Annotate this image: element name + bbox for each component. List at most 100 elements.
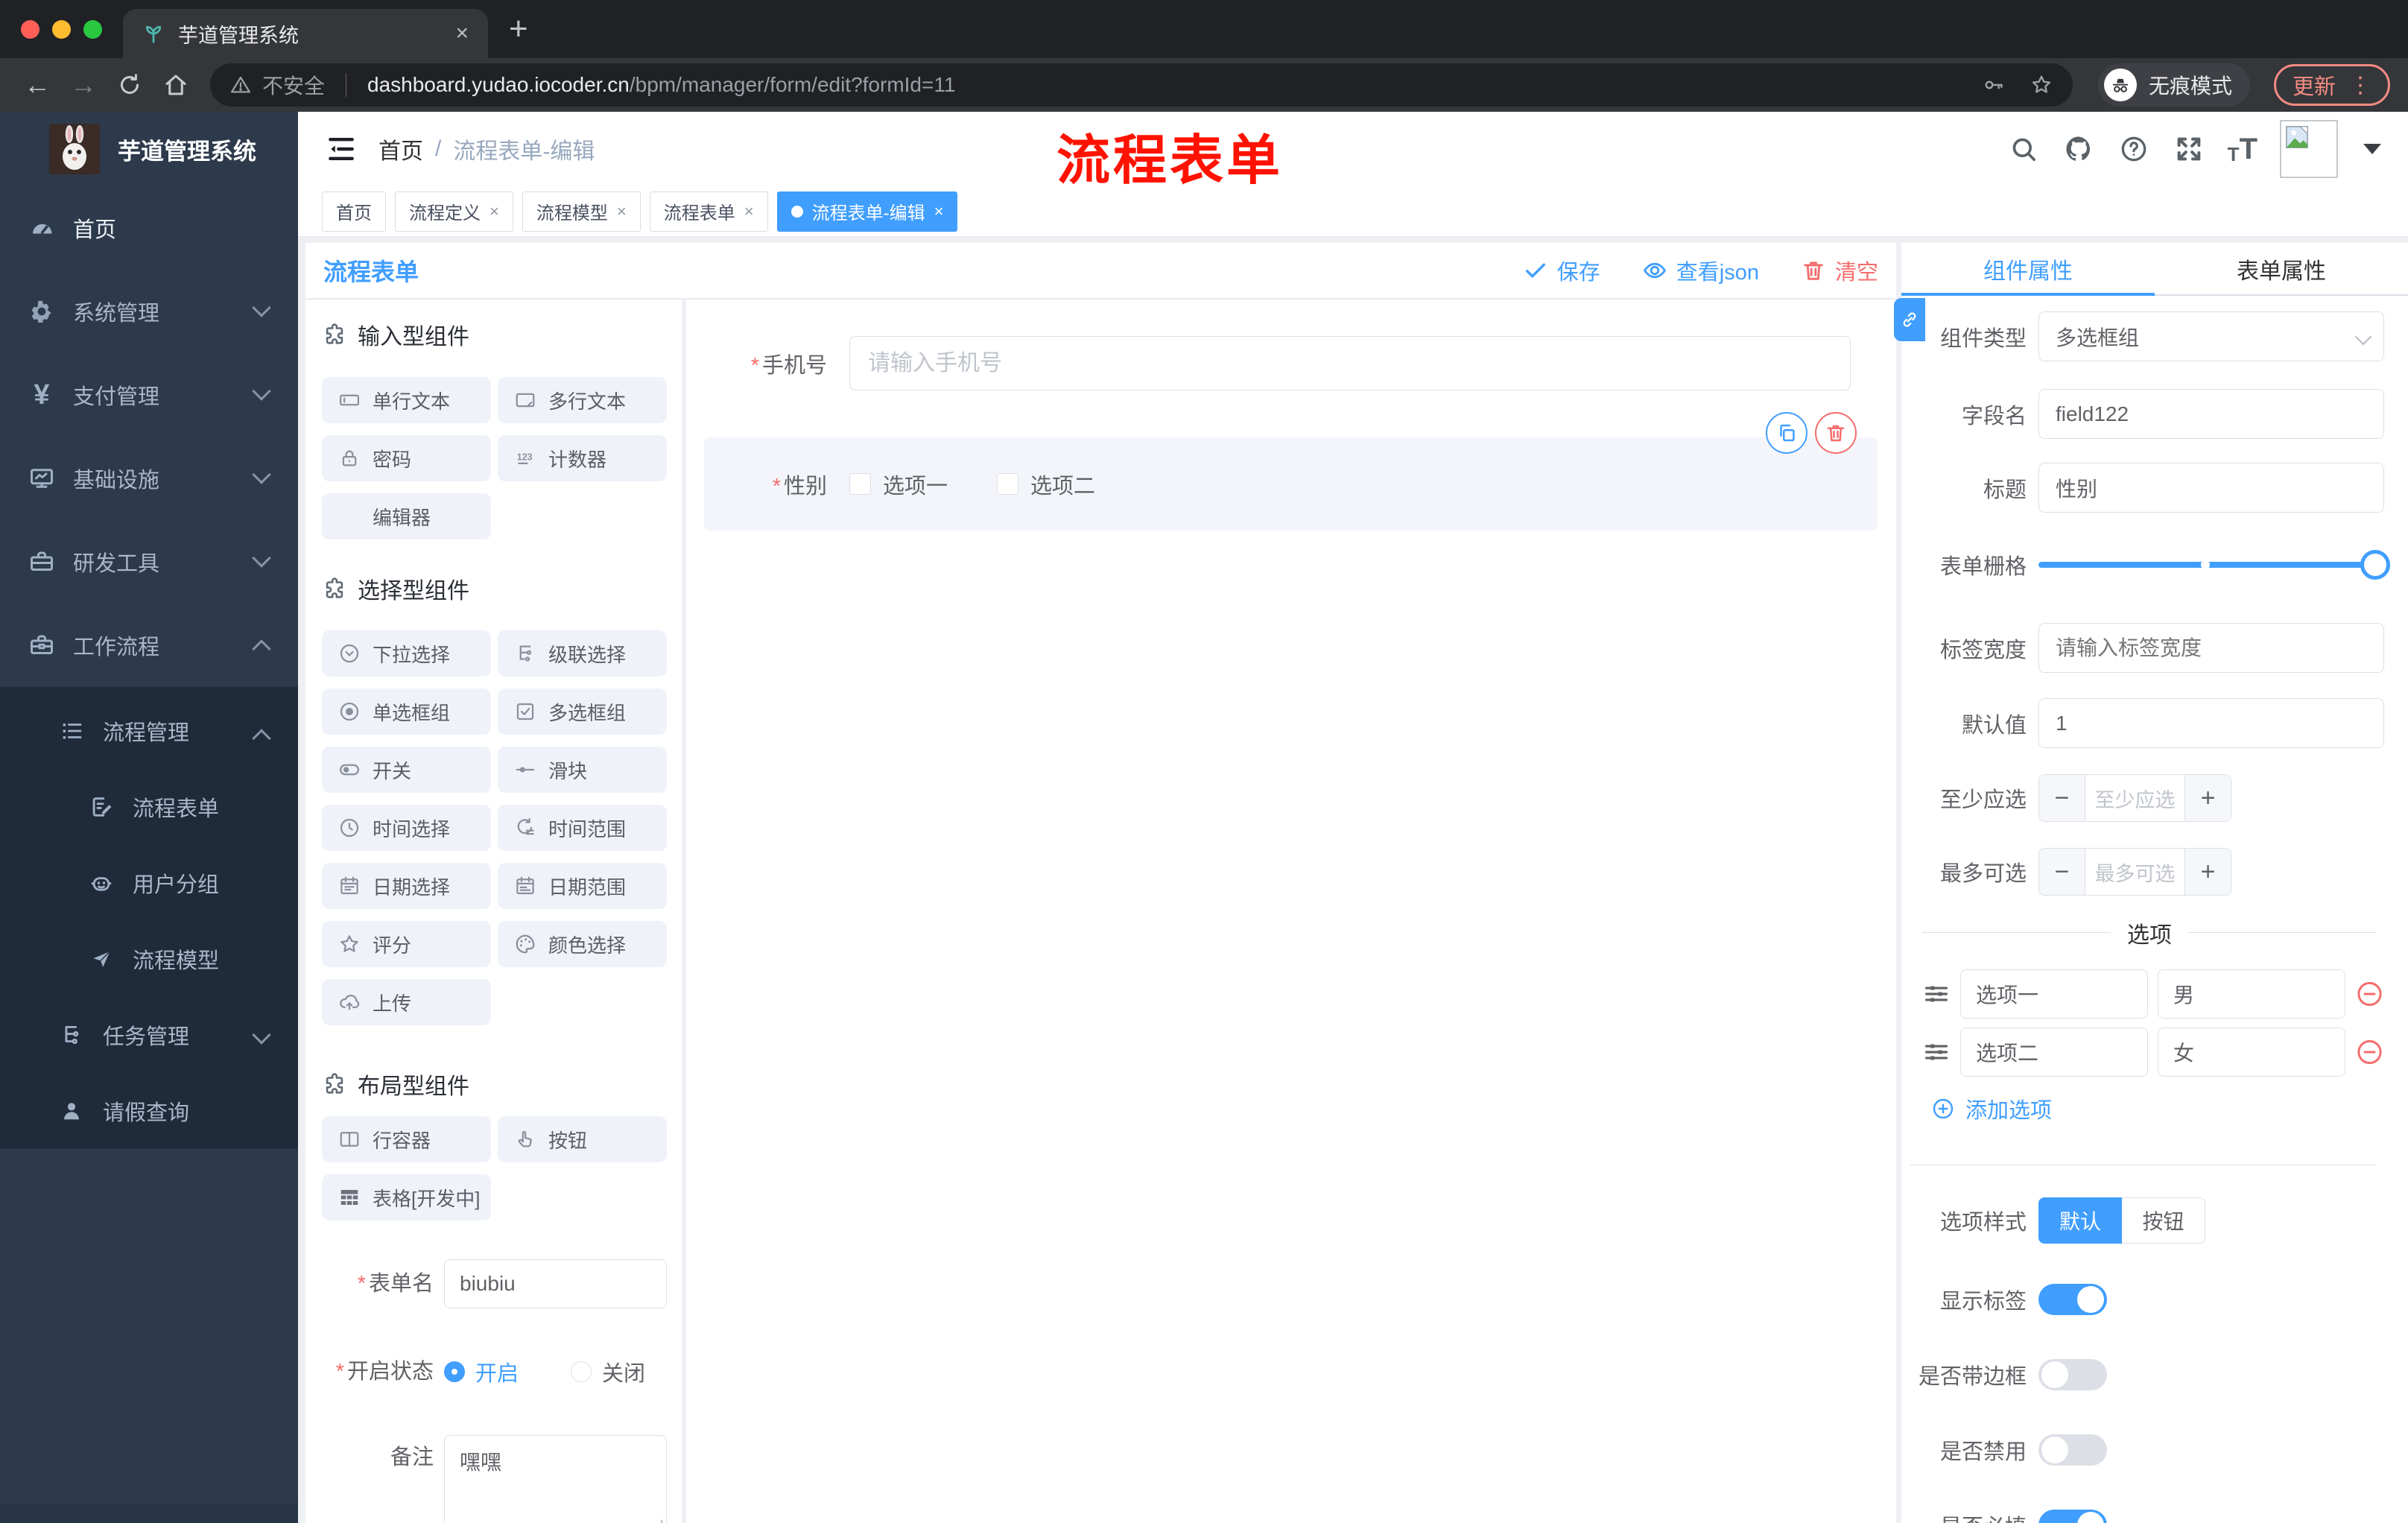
min-select-input[interactable]: 至少应选 — [2085, 775, 2184, 821]
form-name-input[interactable] — [444, 1259, 667, 1308]
slider-handle[interactable] — [2360, 550, 2390, 580]
component-type-select[interactable] — [2038, 311, 2384, 361]
sidebar-item-process-model[interactable]: 流程模型 — [0, 921, 298, 997]
style-default-button[interactable]: 默认 — [2038, 1197, 2122, 1244]
gender-option-1-checkbox[interactable]: 选项一 — [849, 469, 948, 500]
bookmark-star-icon[interactable] — [2030, 73, 2053, 97]
status-on-radio[interactable]: 开启 — [444, 1356, 519, 1387]
sidebar-item-payment[interactable]: ¥ 支付管理 — [0, 353, 298, 437]
component-radio-group[interactable]: 单选框组 — [322, 688, 491, 735]
avatar[interactable] — [2280, 120, 2338, 178]
component-single-line-text[interactable]: 单行文本 — [322, 377, 491, 423]
component-date-picker[interactable]: 日期选择 — [322, 863, 491, 909]
remove-option-icon[interactable] — [2355, 977, 2384, 1011]
tab-close-icon[interactable]: × — [455, 21, 469, 46]
border-toggle[interactable] — [2038, 1359, 2107, 1390]
home-icon[interactable] — [156, 66, 195, 104]
font-size-icon[interactable]: TT — [2228, 134, 2258, 164]
url-text[interactable]: dashboard.yudao.iocoder.cn/bpm/manager/f… — [367, 73, 955, 97]
fullscreen-icon[interactable] — [2173, 133, 2205, 165]
close-window-button[interactable] — [21, 19, 39, 39]
sidebar-item-workflow[interactable]: 工作流程 — [0, 604, 298, 687]
close-icon[interactable]: × — [934, 202, 944, 221]
component-counter[interactable]: 123 计数器 — [498, 435, 667, 481]
required-toggle[interactable] — [2038, 1510, 2107, 1523]
component-date-range[interactable]: 日期范围 — [498, 863, 667, 909]
phone-input[interactable] — [849, 336, 1851, 390]
sidebar-item-process-management[interactable]: 流程管理 — [0, 693, 298, 769]
component-switch[interactable]: 开关 — [322, 747, 491, 793]
style-button-button[interactable]: 按钮 — [2122, 1197, 2205, 1244]
forward-icon[interactable]: → — [64, 66, 103, 104]
avatar-caret-icon[interactable] — [2363, 144, 2381, 154]
password-key-icon[interactable] — [1982, 73, 2006, 97]
delete-component-button[interactable] — [1815, 412, 1857, 454]
tag-process-model[interactable]: 流程模型 × — [522, 191, 641, 232]
component-slider[interactable]: 滑块 — [498, 747, 667, 793]
option-2-value-input[interactable] — [2158, 1028, 2345, 1077]
add-option-button[interactable]: 添加选项 — [1901, 1093, 2384, 1124]
clear-button[interactable]: 清空 — [1801, 255, 1878, 286]
sidebar-item-leave-query[interactable]: 请假查询 — [0, 1073, 298, 1149]
tag-process-definition[interactable]: 流程定义 × — [395, 191, 513, 232]
decrease-button[interactable]: − — [2039, 775, 2085, 821]
breadcrumb-home[interactable]: 首页 — [378, 133, 423, 165]
search-icon[interactable] — [2007, 133, 2040, 165]
form-remark-textarea[interactable]: 嘿嘿 — [444, 1435, 667, 1523]
zoom-window-button[interactable] — [83, 19, 102, 39]
component-upload[interactable]: 上传 — [322, 979, 491, 1025]
component-password[interactable]: 密码 — [322, 435, 491, 481]
component-button[interactable]: 按钮 — [498, 1116, 667, 1162]
sidebar-item-home[interactable]: 首页 — [0, 186, 298, 270]
back-icon[interactable]: ← — [18, 66, 57, 104]
option-1-value-input[interactable] — [2158, 969, 2345, 1019]
component-row-container[interactable]: 行容器 — [322, 1116, 491, 1162]
sidebar-item-devtools[interactable]: 研发工具 — [0, 520, 298, 604]
sidebar-item-process-form[interactable]: 流程表单 — [0, 769, 298, 845]
sidebar-item-task-management[interactable]: 任务管理 — [0, 997, 298, 1073]
browser-tab[interactable]: 芋道管理系统 × — [123, 9, 488, 58]
component-rate[interactable]: 评分 — [322, 921, 491, 967]
sidebar-item-user-groups[interactable]: 用户分组 — [0, 845, 298, 921]
duplicate-component-button[interactable] — [1766, 412, 1807, 454]
sidebar-item-infrastructure[interactable]: 基础设施 — [0, 437, 298, 520]
browser-menu-dots-icon[interactable]: ⋮ — [2349, 72, 2371, 98]
form-canvas[interactable]: *手机号 *性别 选项一 选项二 — [686, 300, 1896, 1523]
close-icon[interactable]: × — [489, 202, 499, 221]
close-icon[interactable]: × — [744, 202, 754, 221]
save-button[interactable]: 保存 — [1523, 255, 1600, 286]
option-2-label-input[interactable] — [1960, 1028, 2148, 1077]
increase-button[interactable]: + — [2184, 849, 2231, 895]
label-width-input[interactable] — [2038, 623, 2384, 673]
component-select[interactable]: 下拉选择 — [322, 630, 491, 677]
new-tab-button[interactable]: + — [509, 10, 528, 48]
status-off-radio[interactable]: 关闭 — [571, 1356, 645, 1387]
tag-process-form-edit[interactable]: 流程表单-编辑 × — [776, 191, 958, 232]
max-select-input[interactable]: 最多可选 — [2085, 849, 2184, 895]
decrease-button[interactable]: − — [2039, 849, 2085, 895]
app-logo-row[interactable]: 芋道管理系统 — [0, 112, 298, 186]
view-json-button[interactable]: 查看json — [1642, 255, 1759, 286]
component-table-dev[interactable]: 表格[开发中] — [322, 1174, 491, 1220]
tag-process-form[interactable]: 流程表单 × — [649, 191, 768, 232]
component-time-range[interactable]: 时间范围 — [498, 805, 667, 851]
tab-form-props[interactable]: 表单属性 — [2155, 243, 2408, 294]
drag-handle-icon[interactable] — [1922, 980, 1951, 1008]
help-icon[interactable] — [2117, 133, 2150, 165]
grid-slider[interactable] — [2038, 550, 2390, 580]
reload-icon[interactable] — [110, 66, 149, 104]
canvas-field-gender-selected[interactable]: * 性别 选项一 选项二 — [704, 412, 1878, 531]
url-bar[interactable]: 不安全 dashboard.yudao.iocoder.cn/bpm/manag… — [210, 63, 2073, 107]
close-icon[interactable]: × — [617, 202, 627, 221]
canvas-field-phone[interactable]: * 手机号 — [686, 336, 1896, 390]
sidebar-fold-icon[interactable] — [325, 133, 358, 165]
disabled-toggle[interactable] — [2038, 1434, 2107, 1466]
tag-home[interactable]: 首页 — [322, 191, 386, 232]
component-time-picker[interactable]: 时间选择 — [322, 805, 491, 851]
minimize-window-button[interactable] — [52, 19, 71, 39]
sidebar-item-system[interactable]: 系统管理 — [0, 270, 298, 353]
component-checkbox-group[interactable]: 多选框组 — [498, 688, 667, 735]
github-icon[interactable] — [2062, 133, 2095, 165]
component-cascader[interactable]: 级联选择 — [498, 630, 667, 677]
option-1-label-input[interactable] — [1960, 969, 2148, 1019]
